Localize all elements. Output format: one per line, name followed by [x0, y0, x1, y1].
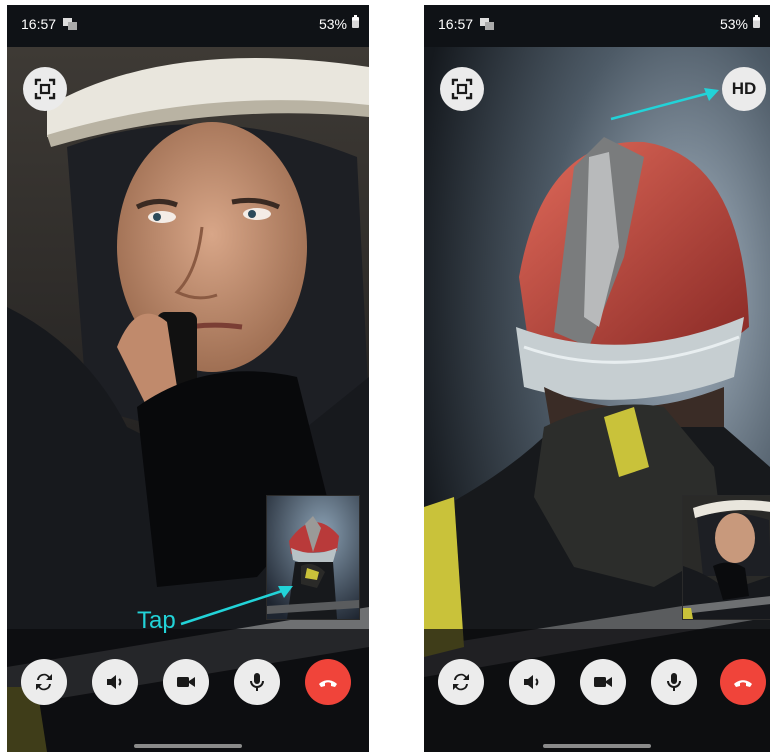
video-camera-icon	[177, 677, 195, 687]
notification-icon	[63, 18, 77, 30]
switch-camera-button[interactable]	[438, 659, 484, 705]
battery-icon	[352, 15, 359, 28]
microphone-icon	[667, 673, 681, 691]
status-time: 16:57	[21, 16, 57, 32]
home-indicator[interactable]	[543, 744, 651, 748]
fullscreen-button[interactable]	[23, 67, 67, 111]
self-view-feed	[683, 496, 770, 619]
battery-percent: 53%	[318, 16, 347, 32]
call-controls-bar	[7, 629, 369, 752]
speaker-button[interactable]	[509, 659, 555, 705]
microphone-button[interactable]	[651, 659, 697, 705]
home-indicator[interactable]	[134, 744, 242, 748]
battery-icon	[753, 15, 760, 28]
microphone-icon	[250, 673, 264, 691]
status-bar: 16:57 53%	[7, 5, 369, 47]
speaker-icon	[524, 675, 539, 689]
end-call-icon	[319, 680, 337, 687]
status-time: 16:57	[438, 16, 474, 32]
switch-camera-icon	[453, 673, 469, 691]
phone-screen-right: 16:57 53% HD	[424, 5, 770, 752]
annotation-arrow	[610, 88, 719, 121]
annotation-arrow	[180, 586, 293, 626]
hd-quality-button[interactable]: HD	[722, 67, 766, 111]
speaker-button[interactable]	[92, 659, 138, 705]
status-bar: 16:57 53%	[424, 5, 770, 47]
video-toggle-button[interactable]	[580, 659, 626, 705]
video-toggle-button[interactable]	[163, 659, 209, 705]
annotation-tap-label: Tap	[137, 607, 176, 634]
call-controls-bar	[424, 629, 770, 752]
fullscreen-icon	[34, 78, 56, 100]
microphone-button[interactable]	[234, 659, 280, 705]
speaker-icon	[107, 675, 122, 689]
end-call-icon	[734, 680, 752, 687]
self-view-thumbnail[interactable]	[682, 495, 770, 620]
video-camera-icon	[594, 677, 612, 687]
switch-camera-icon	[36, 673, 52, 691]
phone-screen-left: 16:57 53% Tap	[7, 5, 369, 752]
fullscreen-button[interactable]	[440, 67, 484, 111]
end-call-button[interactable]	[720, 659, 766, 705]
fullscreen-icon	[451, 78, 473, 100]
end-call-button[interactable]	[305, 659, 351, 705]
switch-camera-button[interactable]	[21, 659, 67, 705]
battery-percent: 53%	[719, 16, 748, 32]
notification-icon	[480, 18, 494, 30]
